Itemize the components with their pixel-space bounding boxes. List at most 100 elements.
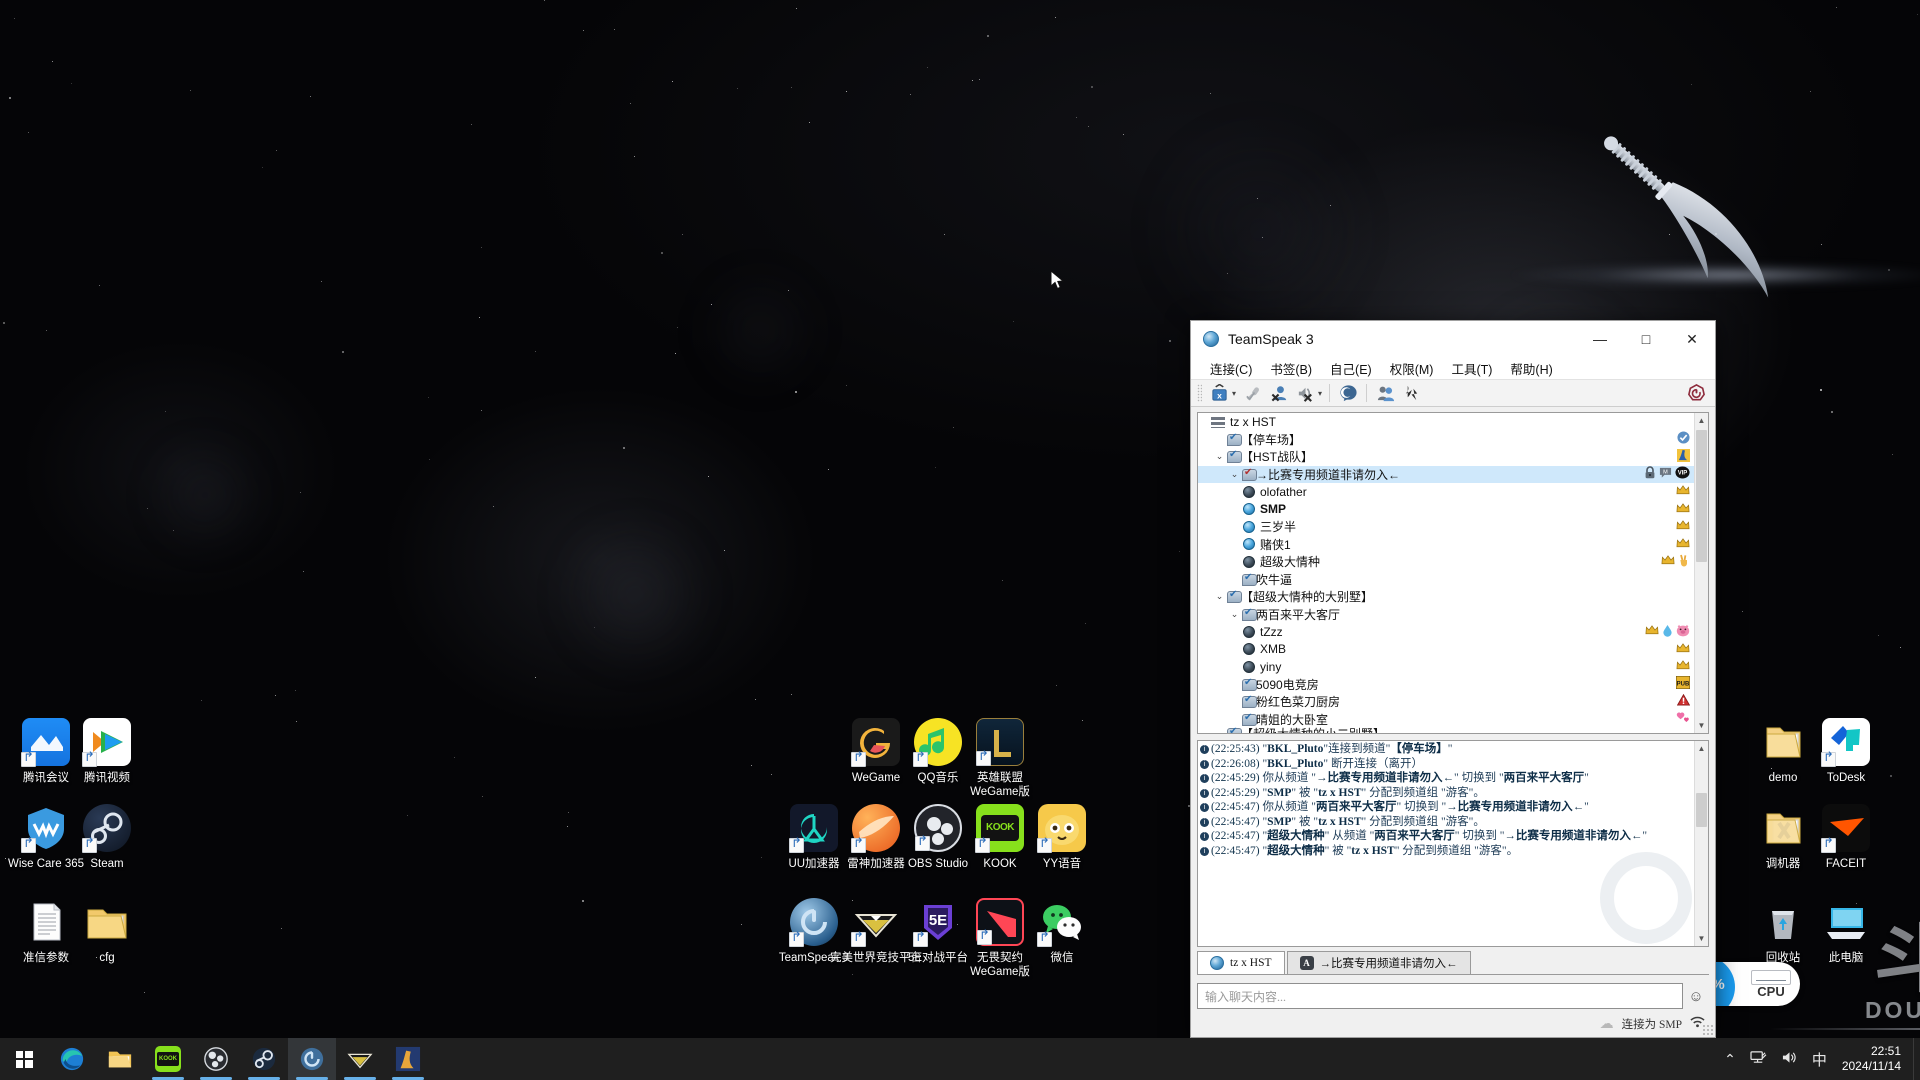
- menu-bar[interactable]: 连接(C) 书签(B) 自己(E) 权限(M) 工具(T) 帮助(H): [1191, 357, 1715, 379]
- start-button[interactable]: [0, 1038, 48, 1080]
- tree-channel-row[interactable]: ⌄ 两百来平大客厅: [1198, 606, 1694, 624]
- teamspeak-window[interactable]: TeamSpeak 3 — □ ✕ 连接(C) 书签(B) 自己(E) 权限(M…: [1190, 320, 1716, 1038]
- desktop-icon-yy-voice[interactable]: YY语音: [1016, 804, 1108, 871]
- contacts-button[interactable]: [1372, 381, 1398, 405]
- chat-log-line: i (22:45:47) 你从频道 "两百来平大客厅" 切换到 "→比赛专用频道非…: [1200, 800, 1694, 815]
- tree-channel-row[interactable]: 5090电竞房 PUB: [1198, 675, 1694, 694]
- tree-expander-icon[interactable]: ⌄: [1213, 451, 1226, 462]
- tree-channel-row[interactable]: 粉红色菜刀厨房: [1198, 693, 1694, 711]
- tree-expander-icon[interactable]: ⌄: [1228, 469, 1241, 480]
- tree-user-row[interactable]: olofather: [1198, 483, 1694, 501]
- speaker-dropdown-caret-icon[interactable]: ▾: [1318, 389, 1322, 398]
- chat-tab-server[interactable]: tz x HST: [1197, 951, 1285, 974]
- scroll-up-arrow-icon[interactable]: ▲: [1695, 413, 1708, 428]
- speaker-mute-button[interactable]: [1292, 381, 1318, 405]
- scroll-thumb[interactable]: [1696, 430, 1707, 562]
- emoji-picker-icon[interactable]: ☺: [1683, 988, 1709, 1005]
- taskbar-item-counter-strike[interactable]: [384, 1038, 432, 1080]
- tree-expander-icon[interactable]: ⌄: [1213, 591, 1226, 602]
- window-resize-grip[interactable]: [1702, 1024, 1713, 1035]
- chat-log-scrollbar[interactable]: ▲ ▼: [1694, 741, 1708, 946]
- shortcut-overlay-icon: [851, 752, 866, 767]
- tree-user-row[interactable]: 三岁半: [1198, 518, 1694, 536]
- maximize-button[interactable]: □: [1623, 321, 1669, 357]
- desktop-icon-league-of-legends[interactable]: 英雄联盟 WeGame版: [954, 718, 1046, 799]
- minimize-button[interactable]: —: [1577, 321, 1623, 357]
- channel-tree[interactable]: tz x HST【停车场】⌄【HST战队】⌄→比赛专用频道非请勿入←MVIPol…: [1197, 412, 1709, 734]
- taskbar-item-file-explorer[interactable]: [96, 1038, 144, 1080]
- volume-icon[interactable]: [1774, 1050, 1805, 1068]
- taskbar-item-kook[interactable]: KOOK: [144, 1038, 192, 1080]
- desktop-icon-label: Steam: [90, 858, 124, 870]
- menu-item-help[interactable]: 帮助(H): [1501, 357, 1561, 380]
- taskbar[interactable]: KOOK ⌃ 中 22:51 2024/11/14: [0, 1038, 1920, 1080]
- tree-user-row[interactable]: 赌侠1: [1198, 536, 1694, 554]
- tree-user-row[interactable]: SMP: [1198, 501, 1694, 519]
- menu-item-self[interactable]: 自己(E): [1321, 357, 1381, 380]
- tree-expander-icon[interactable]: ⌄: [1228, 609, 1241, 620]
- taskbar-item-perfect-world[interactable]: [336, 1038, 384, 1080]
- log-timestamp: (22:45:47): [1211, 815, 1260, 828]
- tree-user-row[interactable]: 超级大情种: [1198, 553, 1694, 571]
- tree-channel-row[interactable]: 吹牛逼: [1198, 571, 1694, 589]
- desktop-icon-this-pc[interactable]: 此电脑: [1800, 898, 1892, 965]
- tree-channel-row[interactable]: ⌄ 【超级大情种的大别墅】: [1198, 588, 1694, 606]
- log-scroll-down-arrow-icon[interactable]: ▼: [1695, 931, 1708, 946]
- chat-input-row[interactable]: 输入聊天内容... ☺: [1197, 981, 1709, 1011]
- scroll-down-arrow-icon[interactable]: ▼: [1695, 718, 1708, 733]
- tree-server-row[interactable]: tz x HST: [1198, 413, 1694, 431]
- toolbar[interactable]: x ▾ ▾: [1191, 379, 1715, 407]
- menu-item-tools[interactable]: 工具(T): [1442, 357, 1501, 380]
- whisper-button[interactable]: [1398, 381, 1424, 405]
- ime-indicator[interactable]: 中: [1805, 1049, 1834, 1070]
- tree-channel-row[interactable]: ⌄ 【HST战队】: [1198, 448, 1694, 466]
- chat-log-panel[interactable]: i (22:25:43) "BKL_Pluto"连接到频道"【停车场】" i (22:…: [1197, 740, 1709, 947]
- menu-item-bookmarks[interactable]: 书签(B): [1261, 357, 1321, 380]
- taskbar-item-obs[interactable]: [192, 1038, 240, 1080]
- network-icon[interactable]: [1743, 1050, 1774, 1068]
- chat-tab-channel[interactable]: →比赛专用频道非请勿入←: [1286, 951, 1471, 974]
- self-mute-button[interactable]: [1266, 381, 1292, 405]
- star-speck: [724, 550, 725, 551]
- disconnect-button[interactable]: x: [1206, 381, 1232, 405]
- toolbar-grip[interactable]: [1197, 384, 1202, 402]
- tree-channel-row[interactable]: ⌄ →比赛专用频道非请勿入← M VIP: [1198, 465, 1694, 483]
- tree-user-row[interactable]: tZzz: [1198, 623, 1694, 641]
- chat-input-field[interactable]: 输入聊天内容...: [1197, 983, 1683, 1009]
- system-tray[interactable]: ⌃ 中 22:51 2024/11/14: [1717, 1038, 1920, 1080]
- window-titlebar[interactable]: TeamSpeak 3 — □ ✕: [1191, 321, 1715, 357]
- taskbar-item-teamspeak[interactable]: [288, 1038, 336, 1080]
- desktop-icon-todesk[interactable]: ToDesk: [1800, 718, 1892, 785]
- taskbar-clock[interactable]: 22:51 2024/11/14: [1834, 1044, 1913, 1074]
- log-scroll-thumb[interactable]: [1696, 793, 1707, 827]
- microphone-mute-button[interactable]: [1240, 381, 1266, 405]
- away-status-button[interactable]: [1335, 381, 1361, 405]
- log-scroll-up-arrow-icon[interactable]: ▲: [1695, 741, 1708, 756]
- myteamspeak-button[interactable]: [1683, 381, 1709, 405]
- desktop-icon-faceit[interactable]: FACEIT: [1800, 804, 1892, 871]
- cloud-sync-icon[interactable]: ☁: [1600, 1016, 1614, 1033]
- tree-user-row[interactable]: XMB: [1198, 641, 1694, 659]
- star-speck: [321, 281, 322, 282]
- menu-item-permissions[interactable]: 权限(M): [1381, 357, 1443, 380]
- channel-tree-scrollbar[interactable]: ▲ ▼: [1694, 413, 1708, 733]
- desktop-icon-cfg-folder[interactable]: cfg: [61, 898, 153, 965]
- menu-item-connect[interactable]: 连接(C): [1201, 357, 1261, 380]
- desktop-icon-tencent-video[interactable]: 腾讯视频: [61, 718, 153, 785]
- show-desktop-button[interactable]: [1913, 1038, 1920, 1080]
- tray-expand-chevron-icon[interactable]: ⌃: [1717, 1051, 1743, 1068]
- taskbar-item-edge[interactable]: [48, 1038, 96, 1080]
- tree-node-name: 两百来平大客厅: [1256, 607, 1341, 622]
- tree-user-row[interactable]: yiny: [1198, 658, 1694, 676]
- close-button[interactable]: ✕: [1669, 321, 1715, 357]
- tree-channel-row[interactable]: 【停车场】: [1198, 431, 1694, 449]
- desktop-icon-steam[interactable]: Steam: [61, 804, 153, 871]
- desktop-icon-wechat[interactable]: 微信: [1016, 898, 1108, 965]
- taskbar-item-steam[interactable]: [240, 1038, 288, 1080]
- tree-channel-row[interactable]: ⌄ 【超级大情种的小二别墅】: [1198, 726, 1694, 733]
- chat-tab-bar[interactable]: tz x HST →比赛专用频道非请勿入←: [1197, 951, 1709, 975]
- tree-expander-icon[interactable]: ⌄: [1213, 728, 1226, 733]
- nebula-blob: [560, 520, 710, 670]
- channel-tree-rows[interactable]: tz x HST【停车场】⌄【HST战队】⌄→比赛专用频道非请勿入←MVIPol…: [1198, 413, 1694, 733]
- disconnect-dropdown-caret-icon[interactable]: ▾: [1232, 389, 1236, 398]
